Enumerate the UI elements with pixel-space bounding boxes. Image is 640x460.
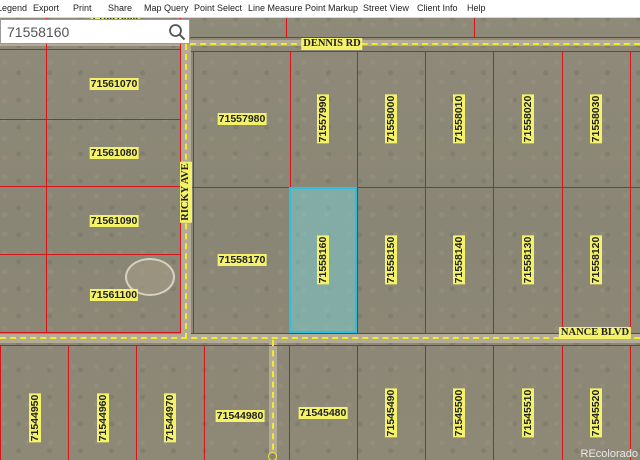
- parcel-label: 71544950: [29, 393, 41, 443]
- parcel-line: [630, 346, 631, 460]
- toolbar-share[interactable]: Share: [108, 3, 132, 14]
- parcel-label: 71544960: [97, 393, 109, 443]
- parcel-label: 71561070: [89, 78, 139, 90]
- parcel-label: 71558130: [522, 235, 534, 285]
- parcel-label: 71545520: [590, 388, 602, 438]
- parcel-label: 71545490: [385, 388, 397, 438]
- parcel-label: 71544970: [164, 393, 176, 443]
- map-marker[interactable]: [268, 452, 277, 460]
- parcel-line: [204, 346, 205, 460]
- parcel-line: [68, 346, 69, 460]
- parcel-label: 71561100: [89, 289, 139, 301]
- road-label-nance: NANCE BLVD: [558, 327, 632, 339]
- road-centerline: [272, 340, 274, 460]
- toolbar-help[interactable]: Help: [467, 3, 486, 14]
- search-icon[interactable]: [168, 23, 186, 41]
- parcel-line: [562, 52, 563, 333]
- map-attribution: REcolorado: [580, 448, 638, 460]
- parcel-label: 71558120: [590, 235, 602, 285]
- parcel-line: [425, 52, 426, 333]
- parcel-label: 71558030: [590, 94, 602, 144]
- parcel-label-selected: 71558160: [317, 235, 329, 285]
- toolbar-print[interactable]: Print: [73, 3, 92, 14]
- parcel-label: 71561090: [89, 215, 139, 227]
- road-label-dennis: DENNIS RD: [301, 38, 363, 50]
- parcel-label: 71558140: [453, 235, 465, 285]
- parcel-label: 71558010: [453, 94, 465, 144]
- parcel-line: [0, 119, 181, 120]
- parcel-line: [493, 346, 494, 460]
- parcel-label: 71557980: [217, 113, 267, 125]
- road-centerline: [0, 337, 640, 339]
- toolbar-point-select[interactable]: Point Select: [194, 3, 242, 14]
- parcel-line: [357, 346, 358, 460]
- parcel-line: [0, 345, 640, 346]
- parcel-line: [357, 52, 358, 333]
- parcel-line: [0, 49, 181, 50]
- parcel-line: [474, 16, 475, 38]
- parcel-line: [286, 16, 287, 38]
- road-label-ricky: RICKY AVE: [180, 161, 192, 223]
- parcel-label: 71561080: [89, 147, 139, 159]
- toolbar-map-query[interactable]: Map Query: [144, 3, 189, 14]
- parcel-label: 71557990: [317, 94, 329, 144]
- parcel-search-box: [0, 19, 190, 44]
- parcel-line: [493, 52, 494, 333]
- parcel-line: [0, 332, 181, 333]
- parcel-label: 71558150: [385, 235, 397, 285]
- map-canvas[interactable]: DENNIS RD RICKY AVE NANCE BLVD 71561060 …: [0, 0, 640, 460]
- road-centerline: [190, 43, 640, 45]
- parcel-line: [562, 346, 563, 460]
- parcel-label: 71558020: [522, 94, 534, 144]
- toolbar-client-info[interactable]: Client Info: [417, 3, 458, 14]
- toolbar-legend[interactable]: Legend: [0, 3, 27, 14]
- parcel-line: [0, 186, 181, 187]
- parcel-line: [630, 52, 631, 333]
- toolbar-export[interactable]: Export: [33, 3, 59, 14]
- parcel-label: 71545500: [453, 388, 465, 438]
- parcel-line: [289, 346, 290, 460]
- map-toolbar: Legend Export Print Share Map Query Poin…: [0, 0, 640, 18]
- parcel-label: 71558170: [217, 254, 267, 266]
- parcel-line: [0, 346, 1, 460]
- parcel-line: [193, 52, 194, 333]
- toolbar-street-view[interactable]: Street View: [363, 3, 409, 14]
- parcel-line: [136, 346, 137, 460]
- parcel-label: 71545510: [522, 388, 534, 438]
- parcel-line: [191, 51, 640, 52]
- parcel-label: 71544980: [215, 410, 265, 422]
- parcel-label: 71558000: [385, 94, 397, 144]
- parcel-line: [425, 346, 426, 460]
- parcel-label: 71545480: [298, 407, 348, 419]
- parcel-line: [46, 16, 47, 333]
- parcel-line: [191, 187, 640, 188]
- search-input[interactable]: [1, 20, 167, 43]
- toolbar-point-markup[interactable]: Point Markup: [305, 3, 358, 14]
- parcel-line: [0, 254, 181, 255]
- toolbar-line-measure[interactable]: Line Measure: [248, 3, 303, 14]
